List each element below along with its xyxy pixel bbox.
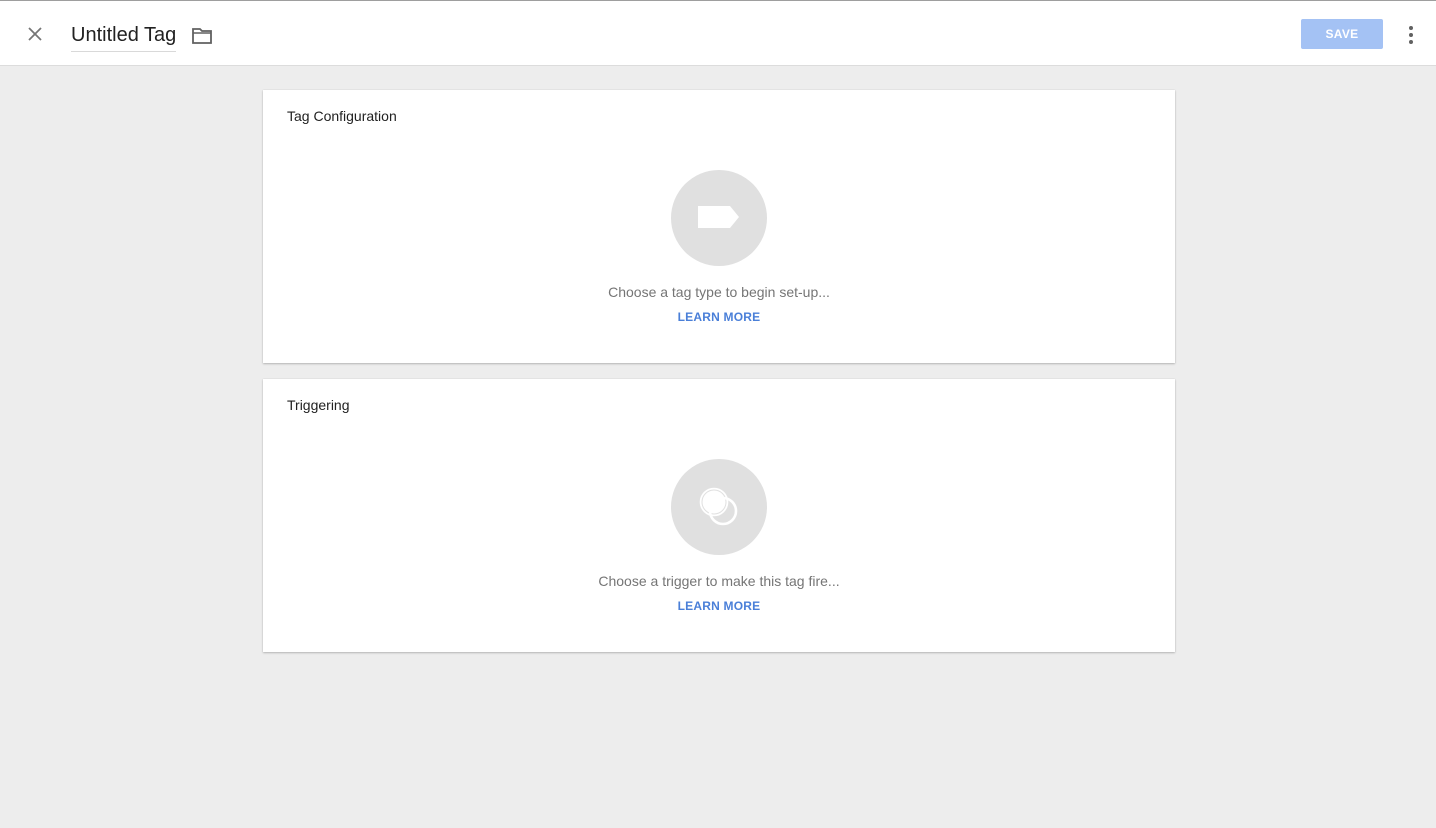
close-button[interactable] [22,21,48,47]
card-title: Tag Configuration [287,108,397,124]
save-button[interactable]: SAVE [1301,19,1383,49]
header-bar: Untitled Tag SAVE [0,1,1436,66]
triggering-card: Triggering Choose a trigger to make this… [263,379,1175,652]
choose-trigger-button[interactable] [671,459,767,555]
tag-type-hint: Choose a tag type to begin set-up... [608,284,830,300]
page-title: Untitled Tag [71,24,177,46]
learn-more-link[interactable]: LEARN MORE [678,599,761,613]
card-title: Triggering [287,397,350,413]
folder-icon [192,28,212,44]
more-vert-icon [1409,26,1413,44]
more-options-button[interactable] [1400,21,1422,49]
tag-name-field[interactable]: Untitled Tag [71,21,177,52]
tag-icon [698,206,739,228]
tag-configuration-card: Tag Configuration Choose a tag type to b… [263,90,1175,363]
learn-more-link-wrap: LEARN MORE [263,310,1175,324]
learn-more-link-wrap: LEARN MORE [263,599,1175,613]
close-icon [28,27,42,41]
trigger-icon [699,487,738,526]
folder-button[interactable] [191,25,213,47]
choose-tag-type-button[interactable] [671,170,767,266]
trigger-hint: Choose a trigger to make this tag fire..… [598,573,840,589]
learn-more-link[interactable]: LEARN MORE [678,310,761,324]
